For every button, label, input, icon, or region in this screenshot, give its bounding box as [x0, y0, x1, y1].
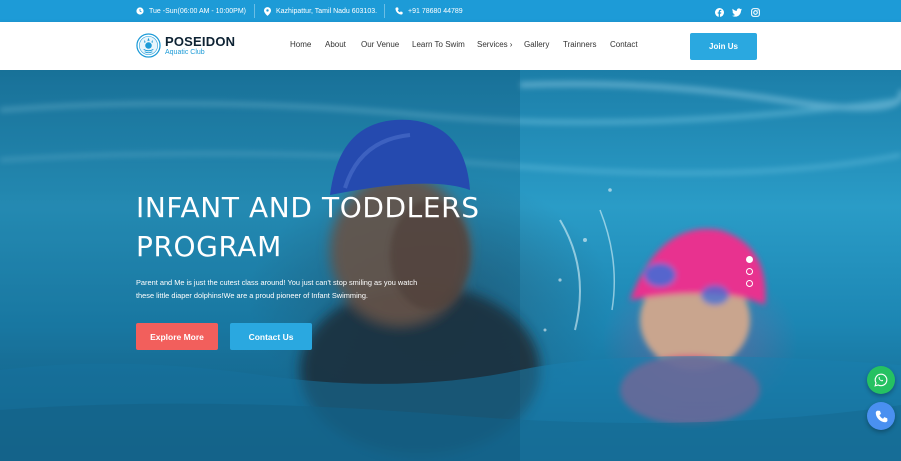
location-pin-icon — [264, 6, 271, 16]
opening-hours: Tue -Sun(06:00 AM - 10:00PM) — [136, 0, 246, 22]
nav-contact[interactable]: Contact — [610, 40, 638, 49]
hours-text: Tue -Sun(06:00 AM - 10:00PM) — [149, 7, 247, 15]
main-navbar: POSEIDON Aquatic Club Home About Our Ven… — [0, 22, 901, 70]
phone-icon — [875, 410, 887, 422]
nav-home[interactable]: Home — [290, 40, 311, 49]
hero-title-line-2: PROGRAM — [136, 230, 282, 263]
brand-logo[interactable]: POSEIDON Aquatic Club — [136, 33, 235, 58]
brand-tagline: Aquatic Club — [165, 48, 205, 56]
whatsapp-icon — [874, 373, 888, 387]
nav-our-venue[interactable]: Our Venue — [361, 40, 399, 49]
poseidon-logo-icon — [136, 33, 161, 58]
clock-icon — [136, 7, 144, 15]
slider-dot-3[interactable] — [746, 280, 753, 287]
hero-desc-line-2: these little diaper dolphins!We are a pr… — [136, 290, 368, 300]
hero-title-line-1: INFANT AND TODDLERS — [136, 191, 480, 224]
slider-dot-1[interactable] — [746, 256, 753, 263]
phone-text: +91 78680 44789 — [408, 7, 463, 15]
address: Kazhipattur, Tamil Nadu 603103. — [264, 0, 377, 22]
phone-icon — [395, 7, 403, 15]
nav-services[interactable]: Services › — [477, 40, 512, 49]
hero-slider: INFANT AND TODDLERS PROGRAM Parent and M… — [0, 70, 901, 461]
top-info-bar: Tue -Sun(06:00 AM - 10:00PM) Kazhipattur… — [0, 0, 901, 22]
contact-us-button[interactable]: Contact Us — [230, 323, 312, 350]
nav-about[interactable]: About — [325, 40, 346, 49]
explore-more-button[interactable]: Explore More — [136, 323, 218, 350]
whatsapp-button[interactable] — [867, 366, 895, 394]
nav-learn-to-swim[interactable]: Learn To Swim — [412, 40, 465, 49]
instagram-icon[interactable] — [749, 4, 761, 18]
twitter-icon[interactable] — [731, 4, 743, 18]
hero-desc-line-1: Parent and Me is just the cutest class a… — [136, 278, 418, 287]
chevron-right-icon: › — [509, 40, 513, 49]
slider-dot-2[interactable] — [746, 268, 753, 275]
nav-services-label: Services — [477, 40, 508, 49]
address-text: Kazhipattur, Tamil Nadu 603103. — [276, 7, 378, 15]
nav-trainners[interactable]: Trainners — [563, 40, 597, 49]
phone[interactable]: +91 78680 44789 — [395, 0, 463, 22]
brand-name: POSEIDON — [165, 33, 236, 49]
hero-title: INFANT AND TODDLERS PROGRAM — [136, 188, 516, 266]
hero-description: Parent and Me is just the cutest class a… — [136, 277, 421, 302]
call-button[interactable] — [867, 402, 895, 430]
nav-gallery[interactable]: Gallery — [524, 40, 549, 49]
join-us-button[interactable]: Join Us — [690, 33, 757, 60]
facebook-icon[interactable] — [713, 4, 725, 18]
